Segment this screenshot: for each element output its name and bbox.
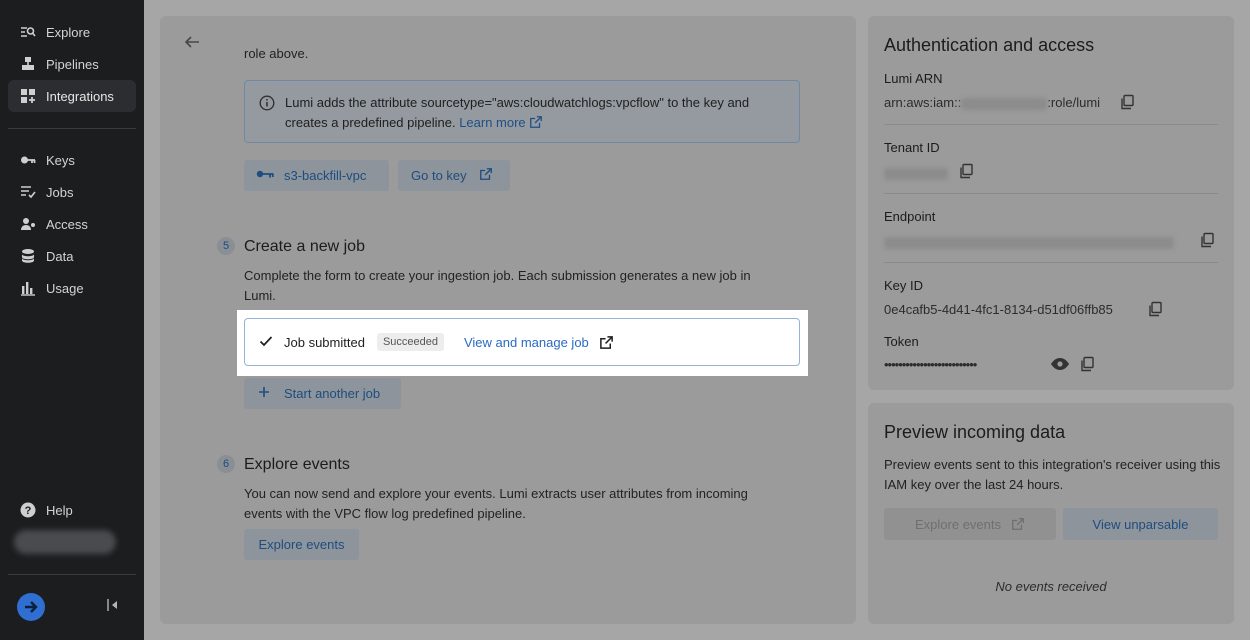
tenant-id-label: Tenant ID (884, 140, 940, 155)
start-another-job-button[interactable]: Start another job (244, 378, 401, 409)
explore-events-button[interactable]: Explore events (244, 529, 359, 560)
usage-icon (20, 280, 36, 296)
sidebar-item-label: Jobs (46, 184, 74, 200)
divider (884, 262, 1218, 263)
access-icon (20, 216, 36, 232)
endpoint-value (884, 234, 1174, 249)
sidebar-item-label: Help (46, 502, 73, 518)
plus-icon (258, 386, 270, 401)
view-manage-job-link[interactable]: View and manage job (464, 335, 589, 350)
blurred-tenant-id (884, 167, 948, 180)
step-5-title: Create a new job (244, 238, 365, 255)
token-value: •••••••••••••••••••••••••• (884, 357, 977, 372)
copy-icon[interactable] (1147, 301, 1163, 317)
eye-icon[interactable] (1050, 357, 1070, 373)
sidebar-item-integrations[interactable]: Integrations (8, 80, 136, 112)
explore-events-label: Explore events (258, 537, 345, 552)
auth-panel: Authentication and access Lumi ARN arn:a… (868, 16, 1234, 390)
sidebar-item-pipelines[interactable]: Pipelines (8, 48, 136, 80)
sidebar-item-label: Keys (46, 152, 75, 168)
explore-events-label: Explore events (915, 516, 1001, 532)
status-badge: Succeeded (376, 333, 444, 351)
collapse-sidebar-icon[interactable] (106, 598, 120, 612)
key-name-label: s3-backfill-vpc (284, 168, 367, 183)
preview-panel-title: Preview incoming data (884, 422, 1066, 442)
sidebar: Explore Pipelines Integrations Keys Jobs… (0, 0, 144, 640)
step-6-desc: You can now send and explore your events… (244, 486, 748, 521)
key-name-button[interactable]: s3-backfill-vpc (244, 160, 389, 191)
pipelines-icon (20, 56, 36, 72)
lumi-arn-label: Lumi ARN (884, 71, 943, 86)
go-to-key-button[interactable]: Go to key (398, 160, 510, 191)
sidebar-item-help[interactable]: ? Help (8, 494, 136, 526)
user-account-blurred[interactable] (14, 530, 116, 554)
lumi-arn-suffix: :role/lumi (1047, 95, 1101, 110)
sidebar-item-label: Usage (46, 280, 84, 296)
copy-icon[interactable] (1079, 356, 1095, 372)
blurred-endpoint (884, 236, 1174, 249)
key-icon (20, 152, 36, 168)
sidebar-divider (8, 574, 136, 575)
key-id-label: Key ID (884, 278, 924, 293)
back-arrow-icon[interactable] (182, 32, 202, 52)
divider (884, 193, 1218, 194)
sidebar-item-explore[interactable]: Explore (8, 16, 136, 48)
key-id-value: 0e4cafb5-4d41-4fc1-8134-d51df06ffb85 (884, 302, 1113, 317)
sidebar-item-access[interactable]: Access (8, 208, 136, 240)
view-unparsable-button[interactable]: View unparsable (1063, 508, 1218, 540)
tenant-id-value (884, 165, 948, 180)
sidebar-divider (8, 128, 136, 129)
role-text: role above. (244, 46, 309, 61)
sidebar-item-label: Data (46, 248, 74, 264)
sidebar-item-data[interactable]: Data (8, 240, 136, 272)
step-6-number: 6 (217, 455, 235, 473)
sidebar-item-keys[interactable]: Keys (8, 144, 136, 176)
lumi-arn-prefix: arn:aws:iam:: (884, 95, 962, 110)
help-icon: ? (20, 502, 36, 518)
info-icon (259, 95, 275, 111)
start-another-job-label: Start another job (284, 386, 381, 401)
empty-state-text: No events received (995, 579, 1107, 594)
checkmark-icon (259, 335, 273, 350)
external-link-icon[interactable] (599, 335, 614, 350)
explore-icon (20, 24, 36, 40)
lumi-arn-value: arn:aws:iam:::role/lumi (884, 95, 1100, 110)
sidebar-item-label: Pipelines (46, 56, 99, 72)
external-link-icon (1011, 517, 1025, 531)
job-status-highlight: Job submitted Succeeded View and manage … (237, 310, 808, 376)
key-icon (256, 168, 274, 183)
job-status-text: Job submitted (284, 334, 365, 350)
copy-icon[interactable] (1199, 232, 1215, 248)
endpoint-label: Endpoint (884, 209, 936, 224)
svg-text:?: ? (25, 505, 32, 517)
step-5-desc: Complete the form to create your ingesti… (244, 268, 751, 303)
sidebar-item-label: Explore (46, 24, 91, 40)
go-to-key-label: Go to key (411, 168, 467, 183)
token-label: Token (884, 334, 919, 349)
step-5-number: 5 (217, 237, 235, 255)
divider (884, 124, 1218, 125)
job-status-box: Job submitted Succeeded View and manage … (244, 318, 800, 366)
view-unparsable-label: View unparsable (1092, 516, 1189, 532)
copy-icon[interactable] (1119, 94, 1135, 110)
sidebar-item-label: Integrations (46, 88, 114, 104)
blurred-account-id (961, 97, 1048, 110)
database-icon (20, 248, 36, 264)
explore-events-disabled-button[interactable]: Explore events (884, 508, 1056, 540)
integrations-icon (20, 88, 36, 104)
jobs-icon (20, 184, 36, 200)
copy-icon[interactable] (958, 163, 974, 179)
info-callout: Lumi adds the attribute sourcetype="aws:… (244, 80, 800, 143)
sidebar-item-jobs[interactable]: Jobs (8, 176, 136, 208)
preview-panel: Preview incoming data Preview events sen… (868, 403, 1234, 624)
learn-more-link[interactable]: Learn more (459, 115, 525, 130)
sidebar-item-usage[interactable]: Usage (8, 272, 136, 304)
sidebar-item-label: Access (46, 216, 88, 232)
step-6-title: Explore events (244, 456, 350, 473)
external-link-icon (529, 115, 543, 130)
preview-desc: Preview events sent to this integration'… (884, 457, 1221, 492)
lumi-logo (17, 593, 45, 621)
external-link-icon (479, 167, 493, 184)
auth-panel-title: Authentication and access (884, 35, 1095, 55)
